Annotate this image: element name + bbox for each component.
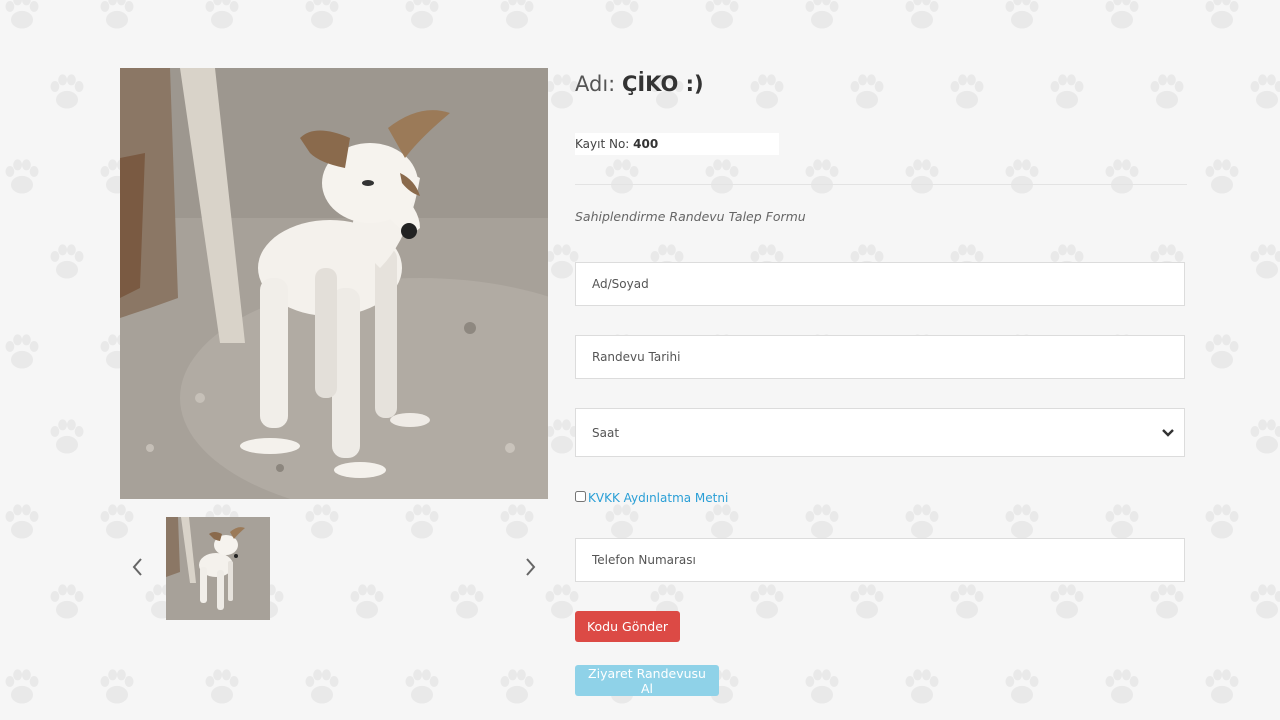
name-input[interactable]	[576, 263, 1184, 305]
paw-icon	[100, 669, 134, 704]
paw-icon	[850, 584, 884, 619]
paw-icon	[1105, 669, 1139, 704]
pet-name-heading: Adı: ÇİKO :)	[575, 72, 704, 96]
paw-icon	[1005, 669, 1039, 704]
name-field	[575, 262, 1185, 306]
date-field	[575, 335, 1185, 379]
paw-icon	[5, 669, 39, 704]
paw-icon	[1150, 74, 1184, 109]
paw-icon	[905, 0, 939, 29]
paw-icon	[1150, 584, 1184, 619]
paw-icon	[1005, 159, 1039, 194]
paw-icon	[805, 0, 839, 29]
paw-icon	[5, 334, 39, 369]
paw-icon	[1105, 0, 1139, 29]
appointment-date-input[interactable]	[576, 336, 1184, 378]
chevron-right-icon[interactable]	[520, 553, 540, 581]
paw-icon	[705, 0, 739, 29]
paw-icon	[500, 669, 534, 704]
kvkk-link[interactable]: KVKK Aydınlatma Metni	[588, 491, 728, 505]
paw-icon	[1250, 419, 1280, 454]
paw-icon	[605, 159, 639, 194]
pet-name: ÇİKO :)	[621, 72, 704, 96]
registration-label: Kayıt No:	[575, 137, 630, 151]
paw-icon	[205, 669, 239, 704]
paw-icon	[50, 74, 84, 109]
paw-icon	[1250, 74, 1280, 109]
send-code-button[interactable]: Kodu Gönder	[575, 611, 680, 642]
paw-icon	[1205, 0, 1239, 29]
paw-icon	[5, 0, 39, 29]
paw-icon	[850, 74, 884, 109]
paw-icon	[950, 584, 984, 619]
paw-icon	[750, 584, 784, 619]
paw-icon	[1205, 159, 1239, 194]
form-title: Sahiplendirme Randevu Talep Formu	[575, 209, 806, 224]
paw-icon	[1250, 584, 1280, 619]
kvkk-consent: KVKK Aydınlatma Metni	[575, 491, 728, 505]
paw-icon	[805, 159, 839, 194]
paw-icon	[1205, 504, 1239, 539]
paw-icon	[205, 0, 239, 29]
paw-icon	[905, 159, 939, 194]
pet-main-photo	[120, 68, 548, 499]
paw-icon	[50, 419, 84, 454]
phone-input[interactable]	[576, 539, 1184, 581]
paw-icon	[905, 669, 939, 704]
gallery-thumbnails	[120, 517, 548, 621]
phone-field	[575, 538, 1185, 582]
paw-icon	[705, 159, 739, 194]
get-appointment-button[interactable]: Ziyaret Randevusu Al	[575, 665, 719, 696]
paw-icon	[50, 584, 84, 619]
pet-thumbnail[interactable]	[166, 517, 270, 620]
registration-number: Kayıt No: 400	[575, 133, 779, 155]
paw-icon	[50, 244, 84, 279]
time-select[interactable]: Saat	[576, 409, 1184, 456]
registration-value: 400	[633, 137, 659, 151]
paw-icon	[405, 0, 439, 29]
paw-icon	[100, 0, 134, 29]
kvkk-checkbox[interactable]	[575, 491, 586, 502]
paw-icon	[305, 0, 339, 29]
time-field: Saat	[575, 408, 1185, 457]
paw-icon	[1050, 584, 1084, 619]
paw-icon	[1205, 334, 1239, 369]
paw-icon	[1250, 244, 1280, 279]
divider	[575, 184, 1187, 185]
paw-icon	[405, 669, 439, 704]
paw-icon	[305, 669, 339, 704]
paw-icon	[750, 74, 784, 109]
pet-name-label: Adı:	[575, 72, 616, 96]
paw-icon	[605, 0, 639, 29]
paw-icon	[950, 74, 984, 109]
paw-icon	[5, 504, 39, 539]
paw-icon	[805, 669, 839, 704]
paw-icon	[1050, 74, 1084, 109]
paw-icon	[5, 159, 39, 194]
paw-icon	[500, 0, 534, 29]
paw-icon	[1205, 669, 1239, 704]
paw-icon	[1005, 0, 1039, 29]
chevron-left-icon[interactable]	[128, 553, 148, 581]
paw-icon	[1105, 159, 1139, 194]
